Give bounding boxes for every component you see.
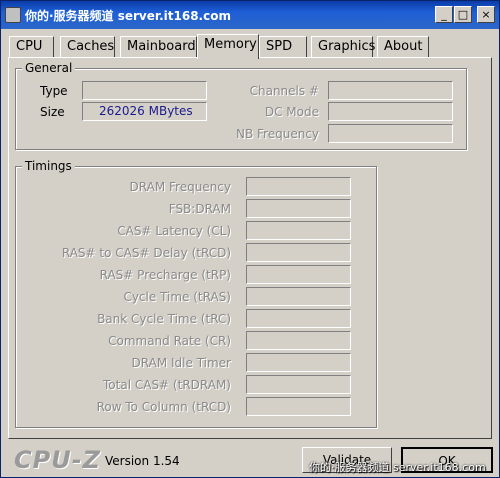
timing-field — [246, 265, 351, 284]
version-label: Version 1.54 — [105, 454, 180, 468]
close-button[interactable]: × — [477, 6, 495, 23]
timing-field — [246, 243, 351, 262]
channels-label: Channels # — [249, 84, 319, 98]
timing-label: Command Rate (CR) — [108, 334, 231, 348]
tab-about[interactable]: About — [377, 36, 429, 58]
timing-field — [246, 221, 351, 240]
dc-mode-field — [328, 102, 453, 121]
cpuz-window: 你的·服务器频道 server.it168.com _ □ × CPU Cach… — [0, 0, 500, 478]
size-field: 262026 MBytes — [82, 102, 207, 121]
timing-label: Bank Cycle Time (tRC) — [97, 312, 231, 326]
nb-frequency-label: NB Frequency — [235, 127, 319, 141]
timing-label: DRAM Frequency — [129, 180, 231, 194]
tab-caches[interactable]: Caches — [60, 36, 115, 58]
watermark: 你的·服务器频道 server.it168.com — [309, 461, 486, 474]
general-legend: General — [22, 61, 76, 75]
timing-field — [246, 397, 351, 416]
timing-field — [246, 199, 351, 218]
type-field — [82, 81, 207, 100]
tab-mainboard[interactable]: Mainboard — [120, 36, 197, 58]
nb-frequency-field — [328, 124, 453, 143]
timing-field — [246, 309, 351, 328]
title-bar[interactable]: 你的·服务器频道 server.it168.com _ □ × — [1, 1, 499, 29]
timing-field — [246, 353, 351, 372]
timing-label: RAS# Precharge (tRP) — [99, 268, 231, 282]
timing-label: Total CAS# (tRDRAM) — [103, 378, 231, 392]
window-title: 你的·服务器频道 server.it168.com — [25, 9, 231, 23]
tab-cpu[interactable]: CPU — [9, 36, 54, 58]
memory-panel: General Type Size 262026 MBytes Channels… — [8, 57, 492, 439]
timing-label: CAS# Latency (CL) — [117, 224, 231, 238]
timing-label: Cycle Time (tRAS) — [123, 290, 231, 304]
maximize-button[interactable]: □ — [454, 6, 472, 23]
timing-field — [246, 331, 351, 350]
size-label: Size — [40, 105, 65, 119]
channels-field — [328, 81, 453, 100]
minimize-button[interactable]: _ — [435, 6, 453, 23]
timing-field — [246, 287, 351, 306]
timing-label: Row To Column (tRCD) — [96, 400, 231, 414]
timing-field — [246, 375, 351, 394]
app-icon — [5, 7, 21, 23]
tab-memory[interactable]: Memory — [197, 34, 259, 59]
timing-label: FSB:DRAM — [168, 202, 231, 216]
tab-graphics[interactable]: Graphics — [311, 36, 375, 58]
timing-label: DRAM Idle Timer — [131, 356, 231, 370]
timing-field — [246, 177, 351, 196]
timings-legend: Timings — [22, 159, 75, 173]
dc-mode-label: DC Mode — [264, 105, 319, 119]
cpuz-logo: CPU-Z — [14, 446, 102, 474]
timing-label: RAS# to CAS# Delay (tRCD) — [61, 246, 231, 260]
type-label: Type — [40, 84, 68, 98]
tab-spd[interactable]: SPD — [259, 36, 307, 58]
